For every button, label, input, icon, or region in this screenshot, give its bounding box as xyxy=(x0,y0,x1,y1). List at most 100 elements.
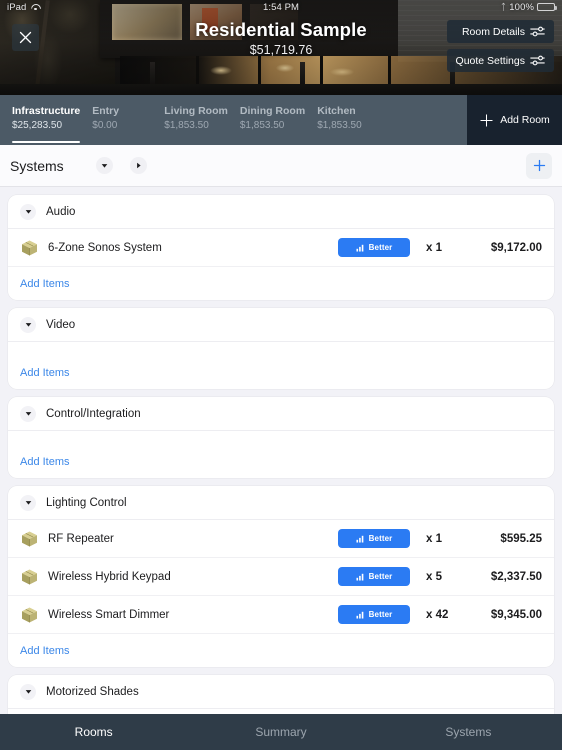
room-tab[interactable]: Entry $0.00 xyxy=(92,95,164,131)
line-item-row[interactable]: Wireless Hybrid Keypad Better x 5 $2,337.50 xyxy=(8,558,554,596)
line-item-price: $9,345.00 xyxy=(490,608,542,621)
add-items-link[interactable]: Add Items xyxy=(8,356,554,389)
room-tab[interactable]: Living Room $1,853.50 xyxy=(164,95,240,131)
section-title: Lighting Control xyxy=(46,496,127,509)
system-section-card: Audio 6-Zone Sonos System Better x 1 $9,172.… xyxy=(8,195,554,300)
systems-toolbar: Systems xyxy=(0,145,562,187)
system-section-card: Motorized ShadesAdd Items xyxy=(8,675,554,714)
tier-badge-label: Better xyxy=(368,572,393,581)
bars-icon xyxy=(356,573,364,581)
bars-icon xyxy=(356,535,364,543)
room-tab-price: $1,853.50 xyxy=(317,120,362,131)
box-icon xyxy=(22,240,37,255)
line-item-quantity: x 5 xyxy=(426,570,442,583)
box-icon xyxy=(22,531,37,546)
line-item-quantity: x 1 xyxy=(426,241,442,254)
triangle-down-icon xyxy=(101,164,107,168)
box-icon xyxy=(22,569,37,584)
section-collapse-toggle[interactable] xyxy=(20,494,36,511)
room-tab-price: $25,283.50 xyxy=(12,120,63,131)
add-room-button[interactable]: Add Room xyxy=(467,95,562,145)
collapse-all-button[interactable] xyxy=(95,157,113,174)
line-item-row[interactable]: Wireless Smart Dimmer Better x 42 $9,345.00 xyxy=(8,596,554,634)
line-item-name: 6-Zone Sonos System xyxy=(48,241,162,254)
room-tab-price: $1,853.50 xyxy=(164,120,209,131)
line-item-name: Wireless Smart Dimmer xyxy=(48,608,170,621)
room-tab-price: $0.00 xyxy=(92,120,118,131)
hero-actions: Room Details Quote Settings xyxy=(446,20,554,72)
section-header[interactable]: Motorized Shades xyxy=(8,675,554,709)
bottom-tab-systems[interactable]: Systems xyxy=(375,725,562,739)
room-details-button[interactable]: Room Details xyxy=(446,20,554,43)
bottom-tab-rooms[interactable]: Rooms xyxy=(0,725,187,739)
system-section-card: Video Add Items xyxy=(8,308,554,389)
status-time: 1:54 PM xyxy=(262,1,300,13)
section-collapse-toggle[interactable] xyxy=(20,683,36,700)
line-item-quantity: x 1 xyxy=(426,532,442,545)
hero-header: iPad 1:54 PM ᛏ 100% Residential Sample $… xyxy=(0,0,562,95)
section-title: Control/Integration xyxy=(46,407,141,420)
close-button[interactable] xyxy=(12,24,39,51)
section-header[interactable]: Control/Integration xyxy=(8,397,554,431)
triangle-down-icon xyxy=(25,501,31,505)
section-header[interactable]: Video xyxy=(8,308,554,342)
section-collapse-toggle[interactable] xyxy=(20,316,36,333)
room-tab-list: Infrastructure $25,283.50 Entry $0.00 Living… xyxy=(0,95,467,145)
room-tab-name: Infrastructure xyxy=(12,105,81,117)
tune-icon xyxy=(530,26,545,37)
add-items-link[interactable]: Add Items xyxy=(8,267,554,300)
line-item-price: $595.25 xyxy=(500,532,542,545)
section-header[interactable]: Lighting Control xyxy=(8,486,554,520)
quote-settings-label: Quote Settings xyxy=(455,54,525,67)
room-tab-bar: Infrastructure $25,283.50 Entry $0.00 Living… xyxy=(0,95,562,145)
line-item-name: RF Repeater xyxy=(48,532,114,545)
tier-badge[interactable]: Better xyxy=(338,605,410,624)
line-item-name: Wireless Hybrid Keypad xyxy=(48,570,171,583)
systems-title: Systems xyxy=(10,157,64,174)
status-bar: iPad 1:54 PM ᛏ 100% xyxy=(0,0,562,14)
close-icon xyxy=(19,31,32,44)
room-tab-price: $1,853.50 xyxy=(239,120,285,131)
app-root: iPad 1:54 PM ᛏ 100% Residential Sample $… xyxy=(0,0,562,750)
system-section-card: Lighting Control RF Repeater Better x 1 $595… xyxy=(8,486,554,667)
room-tab[interactable]: Kitchen $1,853.50 xyxy=(317,95,389,131)
add-items-link[interactable]: Add Items xyxy=(8,445,554,478)
section-title: Audio xyxy=(46,205,76,218)
section-title: Motorized Shades xyxy=(46,685,139,698)
tune-icon xyxy=(530,55,545,66)
section-title: Video xyxy=(46,318,76,331)
plus-icon xyxy=(533,159,545,172)
systems-list[interactable]: Audio 6-Zone Sonos System Better x 1 $9,172.… xyxy=(0,187,562,714)
quote-settings-button[interactable]: Quote Settings xyxy=(446,49,554,72)
room-tab-name: Dining Room xyxy=(239,105,306,117)
tier-badge[interactable]: Better xyxy=(338,567,410,586)
room-tab[interactable]: Infrastructure $25,283.50 xyxy=(12,95,92,143)
line-item-price: $9,172.00 xyxy=(490,241,542,254)
room-tab[interactable]: Dining Room $1,853.50 xyxy=(240,95,317,131)
triangle-down-icon xyxy=(25,323,31,327)
line-item-quantity: x 42 xyxy=(426,608,449,621)
add-room-label: Add Room xyxy=(500,114,550,126)
section-header[interactable]: Audio xyxy=(8,195,554,229)
add-system-button[interactable] xyxy=(526,152,552,179)
room-tab-name: Entry xyxy=(92,105,120,117)
room-tab-name: Kitchen xyxy=(317,105,356,117)
expand-all-button[interactable] xyxy=(129,157,147,174)
bottom-tab-bar: Rooms Summary Systems xyxy=(0,714,562,750)
triangle-right-icon xyxy=(136,162,141,169)
room-details-label: Room Details xyxy=(461,25,525,38)
room-tab-name: Living Room xyxy=(164,105,228,117)
line-item-price: $2,337.50 xyxy=(490,570,542,583)
bars-icon xyxy=(356,611,364,619)
tier-badge[interactable]: Better xyxy=(338,529,410,548)
tier-badge-label: Better xyxy=(368,243,393,252)
line-item-row[interactable]: RF Repeater Better x 1 $595.25 xyxy=(8,520,554,558)
plus-icon xyxy=(480,113,493,127)
bottom-tab-summary[interactable]: Summary xyxy=(187,725,374,739)
line-item-row[interactable]: 6-Zone Sonos System Better x 1 $9,172.00 xyxy=(8,229,554,267)
battery-icon xyxy=(537,2,557,12)
section-collapse-toggle[interactable] xyxy=(20,405,36,422)
section-collapse-toggle[interactable] xyxy=(20,203,36,220)
add-items-link[interactable]: Add Items xyxy=(8,634,554,667)
tier-badge[interactable]: Better xyxy=(338,238,410,257)
